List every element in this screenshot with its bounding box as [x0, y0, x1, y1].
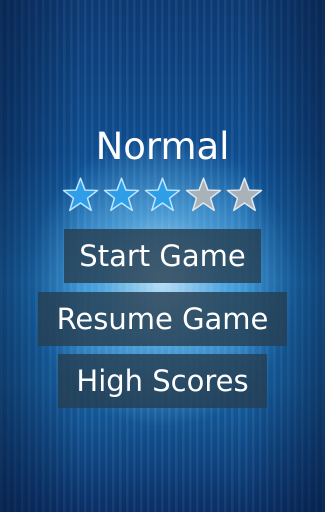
star-filled-icon[interactable] — [62, 176, 99, 213]
star-empty-icon[interactable] — [185, 176, 222, 213]
resume-game-button[interactable]: Resume Game — [38, 292, 287, 346]
star-empty-icon[interactable] — [226, 176, 263, 213]
difficulty-title[interactable]: Normal — [0, 124, 325, 170]
star-filled-icon[interactable] — [144, 176, 181, 213]
high-scores-button[interactable]: High Scores — [58, 354, 267, 408]
star-filled-icon[interactable] — [103, 176, 140, 213]
difficulty-rating[interactable] — [0, 176, 325, 213]
start-game-button[interactable]: Start Game — [64, 229, 261, 283]
